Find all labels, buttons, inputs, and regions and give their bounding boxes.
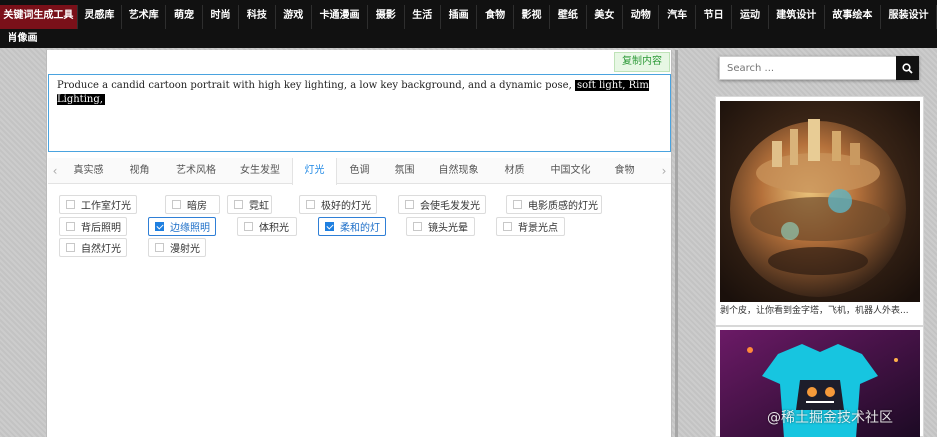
checkbox-icon[interactable]: [66, 243, 75, 252]
option-label: 极好的灯光: [321, 201, 371, 212]
checkbox-icon[interactable]: [405, 200, 414, 209]
nav-item[interactable]: 艺术库: [122, 5, 167, 29]
option-label: 体积光: [259, 223, 289, 234]
option-label: 自然灯光: [81, 244, 121, 255]
option-checkbox[interactable]: 电影质感的灯光: [506, 195, 602, 214]
nav-item[interactable]: 卡通漫画: [312, 5, 369, 29]
nav-item[interactable]: 影视: [514, 5, 551, 29]
option-label: 背后照明: [81, 223, 121, 234]
checkbox-icon[interactable]: [503, 222, 512, 231]
search-button[interactable]: [896, 56, 919, 80]
checkbox-checked-icon[interactable]: [325, 222, 334, 231]
checkbox-icon[interactable]: [234, 200, 243, 209]
nav-item[interactable]: 插画: [441, 5, 478, 29]
nav-item[interactable]: 动物: [623, 5, 660, 29]
generator-panel: 复制内容 Produce a candid cartoon portrait w…: [46, 50, 672, 437]
option-checkbox[interactable]: 自然灯光: [59, 238, 127, 257]
nav-item[interactable]: 服装设计: [881, 5, 937, 29]
nav-item[interactable]: 科技: [239, 5, 276, 29]
nav-item[interactable]: 生活: [405, 5, 441, 29]
option-checkbox[interactable]: 镜头光晕: [406, 217, 475, 236]
option-checkbox[interactable]: 边缘照明: [148, 217, 216, 236]
nav-item[interactable]: 游戏: [276, 5, 313, 29]
option-label: 漫射光: [170, 244, 200, 255]
card-image[interactable]: [720, 101, 920, 302]
option-label: 电影质感的灯光: [528, 201, 598, 212]
magnifier-icon: [902, 62, 913, 74]
checkbox-icon[interactable]: [66, 222, 75, 231]
option-checkbox[interactable]: 漫射光: [148, 238, 206, 257]
option-label: 霓虹: [249, 201, 269, 212]
option-checkbox[interactable]: 体积光: [237, 217, 297, 236]
option-checkbox[interactable]: 背后照明: [59, 217, 127, 236]
checkbox-icon[interactable]: [66, 200, 75, 209]
option-checkbox[interactable]: 柔和的灯: [318, 217, 386, 236]
nav-item[interactable]: 萌宠: [166, 5, 203, 29]
inspiration-card[interactable]: 剥个皮，让你看到金字塔，飞机，机器人外表...: [715, 96, 924, 326]
checkbox-icon[interactable]: [413, 222, 422, 231]
nav-item[interactable]: 关键词生成工具: [0, 5, 78, 29]
option-checkbox[interactable]: 霓虹: [227, 195, 272, 214]
option-checkbox[interactable]: 极好的灯光: [299, 195, 377, 214]
nav-item[interactable]: 建筑设计: [769, 5, 825, 29]
nav-item[interactable]: 时尚: [203, 5, 240, 29]
option-label: 边缘照明: [170, 223, 210, 234]
top-navigation: 关键词生成工具 灵感库 艺术库 萌宠 时尚 科技 游戏 卡通漫画 摄影 生活 插画 食物 影视 壁纸 美女动…: [0, 0, 937, 48]
checkbox-icon[interactable]: [513, 200, 522, 209]
search-form: [719, 56, 919, 80]
option-checkbox[interactable]: 暗房: [165, 195, 220, 214]
checkbox-icon[interactable]: [306, 200, 315, 209]
nav-item[interactable]: 壁纸: [550, 5, 587, 29]
option-label: 柔和的灯: [340, 223, 380, 234]
nav-item[interactable]: 摄影: [368, 5, 405, 29]
nav-row-2: 肖像画: [0, 28, 45, 52]
nav-item[interactable]: 灵感库: [78, 5, 123, 29]
nav-item[interactable]: 运动: [732, 5, 769, 29]
option-label: 工作室灯光: [81, 201, 131, 212]
card-caption[interactable]: 剥个皮，让你看到金字塔，飞机，机器人外表...: [720, 305, 920, 317]
option-label: 镜头光晕: [428, 223, 468, 234]
search-input[interactable]: [719, 56, 896, 80]
checkbox-icon[interactable]: [244, 222, 253, 231]
option-label: 会使毛发发光: [420, 201, 480, 212]
nav-item[interactable]: 美女: [587, 5, 624, 29]
nav-item[interactable]: 肖像画: [0, 28, 45, 52]
column-divider: [675, 50, 678, 437]
nav-item[interactable]: 食物: [477, 5, 514, 29]
option-checkbox[interactable]: 会使毛发发光: [398, 195, 486, 214]
checkbox-icon[interactable]: [155, 243, 164, 252]
checkbox-icon[interactable]: [172, 200, 181, 209]
option-label: 背景光点: [518, 223, 558, 234]
lighting-options: 工作室灯光 暗房 霓虹 极好的灯光 会使毛发发光 电影质感的灯光背后照明 边缘照明 体积光 柔和…: [47, 50, 673, 437]
option-checkbox[interactable]: 背景光点: [496, 217, 565, 236]
nav-item[interactable]: 故事绘本: [825, 5, 881, 29]
option-checkbox[interactable]: 工作室灯光: [59, 195, 137, 214]
checkbox-checked-icon[interactable]: [155, 222, 164, 231]
option-label: 暗房: [187, 201, 207, 212]
watermark: @稀土掘金技术社区: [767, 410, 893, 426]
planet-illustration: [720, 101, 920, 302]
nav-row-1: 关键词生成工具 灵感库 艺术库 萌宠 时尚 科技 游戏 卡通漫画 摄影 生活 插画 食物 影视 壁纸 美女动…: [0, 5, 937, 29]
nav-item[interactable]: 节日: [696, 5, 733, 29]
nav-item[interactable]: 汽车: [659, 5, 696, 29]
